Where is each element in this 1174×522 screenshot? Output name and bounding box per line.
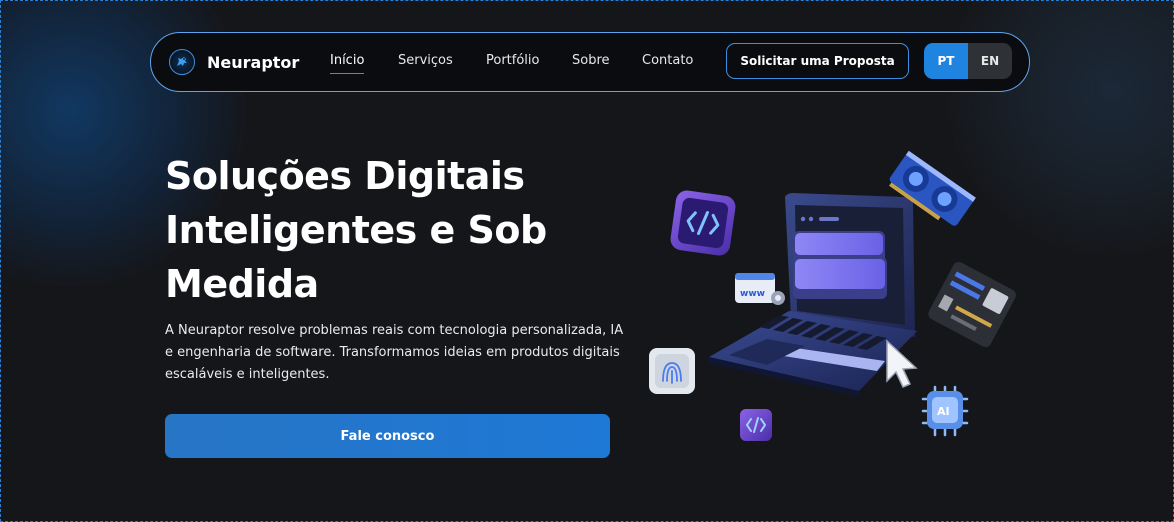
browser-www-label: www (740, 289, 765, 299)
contact-us-button[interactable]: Fale conosco (165, 414, 610, 458)
nav-link-portfolio[interactable]: Portfólio (486, 53, 539, 68)
cursor-arrow-icon (886, 339, 918, 388)
web-browser-icon: www (735, 273, 785, 305)
page: Neuraptor Início Serviços Portfólio Sobr… (0, 0, 1174, 522)
nav-link-sobre[interactable]: Sobre (572, 53, 610, 68)
top-navigation: Neuraptor Início Serviços Portfólio Sobr… (150, 32, 1030, 92)
language-switcher: PT EN (924, 43, 1012, 79)
brand-name: Neuraptor (207, 52, 300, 72)
code-badge-icon (670, 190, 736, 256)
nav-link-contato[interactable]: Contato (642, 53, 693, 68)
motherboard-icon (928, 261, 1016, 348)
fingerprint-icon (649, 348, 695, 394)
language-en-button[interactable]: EN (968, 43, 1012, 79)
neuraptor-logo-icon (169, 49, 195, 75)
hero-description: A Neuraptor resolve problemas reais com … (165, 323, 624, 382)
small-code-badge-icon (740, 409, 772, 441)
brand[interactable]: Neuraptor (169, 49, 299, 75)
hero-title: Soluções Digitais Inteligentes e Sob Med… (165, 154, 547, 306)
ai-chip-icon: AI (921, 385, 969, 437)
hero-illustration-svg: www AI (649, 150, 1016, 441)
hero-illustration: www AI (637, 141, 1017, 451)
nav-link-servicos[interactable]: Serviços (398, 53, 453, 68)
ai-chip-label: AI (937, 405, 950, 418)
language-pt-button[interactable]: PT (924, 43, 968, 79)
request-proposal-button[interactable]: Solicitar uma Proposta (726, 43, 909, 79)
nav-link-inicio[interactable]: Início (330, 53, 365, 74)
